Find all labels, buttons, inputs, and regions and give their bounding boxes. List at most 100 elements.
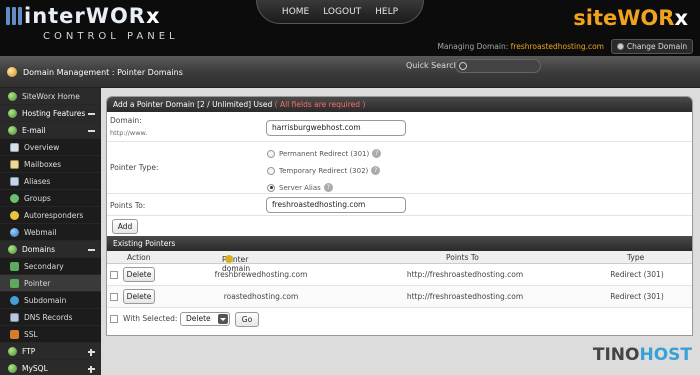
watermark-part2: HOST bbox=[639, 345, 692, 365]
sidebar-item-secondary[interactable]: Secondary bbox=[0, 258, 101, 275]
domains-globe-icon bbox=[8, 244, 17, 254]
ftp-globe-icon bbox=[8, 346, 17, 356]
change-domain-icon bbox=[616, 43, 624, 50]
nav-logout-link[interactable]: LOGOUT bbox=[323, 7, 361, 17]
collapse-icon[interactable] bbox=[88, 247, 95, 254]
option-permanent-redirect[interactable]: Permanent Redirect (301)? bbox=[267, 149, 382, 158]
sidebar-item-webmail[interactable]: Webmail bbox=[0, 224, 101, 241]
groups-icon bbox=[10, 193, 19, 203]
secondary-icon bbox=[10, 261, 19, 271]
quick-search-input[interactable] bbox=[455, 59, 541, 73]
sidebar-item-label: Aliases bbox=[24, 176, 51, 186]
sidebar-item-groups[interactable]: Groups bbox=[0, 190, 101, 207]
managing-domain-value: freshroastedhosting.com bbox=[510, 42, 604, 51]
go-button[interactable]: Go bbox=[235, 312, 259, 327]
points-to-row: Points To: freshroastedhosting.com bbox=[107, 194, 692, 216]
nav-home-link[interactable]: HOME bbox=[282, 7, 309, 17]
sidebar-item-pointer[interactable]: Pointer bbox=[0, 275, 101, 292]
sidebar-item-subdomain[interactable]: Subdomain bbox=[0, 292, 101, 309]
sidebar-item-mysql[interactable]: MySQL bbox=[0, 360, 101, 375]
interworx-logo[interactable]: interWORx CONTROL PANEL bbox=[6, 4, 226, 48]
sidebar-item-label: Subdomain bbox=[24, 295, 67, 305]
sidebar-item-aliases[interactable]: Aliases bbox=[0, 173, 101, 190]
select-all-checkbox[interactable] bbox=[110, 315, 118, 323]
type-cell: Redirect (301) bbox=[610, 292, 664, 301]
managing-label-text: Managing Domain: bbox=[437, 42, 509, 51]
help-icon[interactable]: ? bbox=[323, 183, 333, 192]
option-label: Temporary Redirect (302) bbox=[279, 166, 369, 175]
pointer-domain-cell: freshbrewedhosting.com bbox=[214, 270, 308, 279]
search-icon bbox=[459, 62, 467, 70]
logo-x-text: x bbox=[145, 4, 161, 28]
radio-server-alias[interactable] bbox=[267, 183, 275, 192]
table-row: Delete freshbrewedhosting.com http://fre… bbox=[107, 264, 692, 286]
sort-icon[interactable] bbox=[225, 255, 233, 263]
change-domain-button[interactable]: Change Domain bbox=[611, 39, 693, 54]
hosting-globe-icon bbox=[8, 108, 17, 118]
sidebar-item-ssl[interactable]: SSL bbox=[0, 326, 101, 343]
radio-temporary[interactable] bbox=[267, 166, 275, 175]
row-checkbox[interactable] bbox=[110, 271, 118, 279]
with-selected-label: With Selected: bbox=[123, 314, 178, 323]
sidebar-item-label: SSL bbox=[24, 329, 38, 339]
col-points-to: Points To bbox=[446, 253, 479, 262]
bulk-action-select[interactable]: Delete bbox=[180, 312, 230, 326]
sidebar-item-domains[interactable]: Domains bbox=[0, 241, 101, 258]
collapse-icon[interactable] bbox=[88, 111, 95, 118]
table-row: Delete roastedhosting.com http://freshro… bbox=[107, 286, 692, 308]
sidebar-item-overview[interactable]: Overview bbox=[0, 139, 101, 156]
sidebar-item-siteworx-home[interactable]: SiteWorx Home bbox=[0, 88, 101, 105]
sidebar-item-label: Secondary bbox=[24, 261, 64, 271]
quick-search-label: Quick Search bbox=[406, 61, 459, 70]
sidebar-item-hosting-features[interactable]: Hosting Features bbox=[0, 105, 101, 122]
domain-input[interactable]: harrisburgwebhost.com bbox=[266, 120, 406, 136]
pointer-domain-cell: roastedhosting.com bbox=[223, 292, 299, 301]
sidebar-item-mailboxes[interactable]: Mailboxes bbox=[0, 156, 101, 173]
tinohost-watermark: TINOHOST bbox=[593, 345, 692, 365]
add-button[interactable]: Add bbox=[112, 219, 138, 234]
expand-icon[interactable] bbox=[88, 366, 95, 373]
radio-permanent[interactable] bbox=[267, 149, 275, 158]
domain-label: Domain: bbox=[110, 116, 142, 125]
sidebar-item-label: SiteWorx Home bbox=[22, 91, 80, 101]
sidebar-item-label: Domains bbox=[22, 244, 56, 254]
brand-x-text: x bbox=[674, 6, 688, 30]
row-checkbox[interactable] bbox=[110, 293, 118, 301]
mailbox-icon bbox=[10, 159, 19, 169]
managing-domain-label: Managing Domain: freshroastedhosting.com bbox=[437, 42, 604, 51]
required-note: ( All fields are required ) bbox=[274, 100, 366, 109]
breadcrumb: Domain Management : Pointer Domains bbox=[23, 68, 183, 77]
help-icon[interactable]: ? bbox=[371, 166, 381, 175]
expand-icon[interactable] bbox=[88, 349, 95, 356]
points-to-cell: http://freshroastedhosting.com bbox=[406, 292, 524, 301]
home-globe-icon bbox=[8, 91, 17, 101]
sidebar-item-label: Hosting Features bbox=[22, 108, 86, 118]
option-label: Permanent Redirect (301) bbox=[279, 149, 370, 158]
collapse-icon[interactable] bbox=[88, 128, 95, 135]
siteworx-brand: siteWORx bbox=[573, 6, 688, 30]
sidebar-item-email[interactable]: E-mail bbox=[0, 122, 101, 139]
points-to-label: Points To: bbox=[110, 201, 146, 210]
domain-management-icon bbox=[7, 67, 17, 77]
email-globe-icon bbox=[8, 125, 17, 135]
section-title-text: Add a Pointer Domain [2 / Unlimited] Use… bbox=[113, 100, 273, 109]
change-domain-label: Change Domain bbox=[626, 42, 688, 51]
delete-button[interactable]: Delete bbox=[123, 289, 155, 304]
breadcrumb-bar: Domain Management : Pointer Domains Quic… bbox=[0, 56, 700, 88]
nav-help-link[interactable]: HELP bbox=[375, 7, 398, 17]
sidebar-item-ftp[interactable]: FTP bbox=[0, 343, 101, 360]
mysql-globe-icon bbox=[8, 363, 17, 373]
chevron-down-icon bbox=[218, 314, 228, 324]
sidebar-item-autoresponders[interactable]: Autoresponders bbox=[0, 207, 101, 224]
bulk-action-value: Delete bbox=[186, 314, 211, 323]
help-icon[interactable]: ? bbox=[372, 149, 382, 158]
logo-subtitle: CONTROL PANEL bbox=[43, 31, 179, 42]
delete-button[interactable]: Delete bbox=[123, 267, 155, 282]
autoresponder-icon bbox=[10, 210, 19, 220]
option-server-alias[interactable]: Server Alias? bbox=[267, 183, 333, 192]
overview-icon bbox=[10, 142, 19, 152]
option-temporary-redirect[interactable]: Temporary Redirect (302)? bbox=[267, 166, 381, 175]
points-to-input[interactable]: freshroastedhosting.com bbox=[266, 197, 406, 213]
pointer-type-label: Pointer Type: bbox=[110, 163, 159, 172]
sidebar-item-dns-records[interactable]: DNS Records bbox=[0, 309, 101, 326]
